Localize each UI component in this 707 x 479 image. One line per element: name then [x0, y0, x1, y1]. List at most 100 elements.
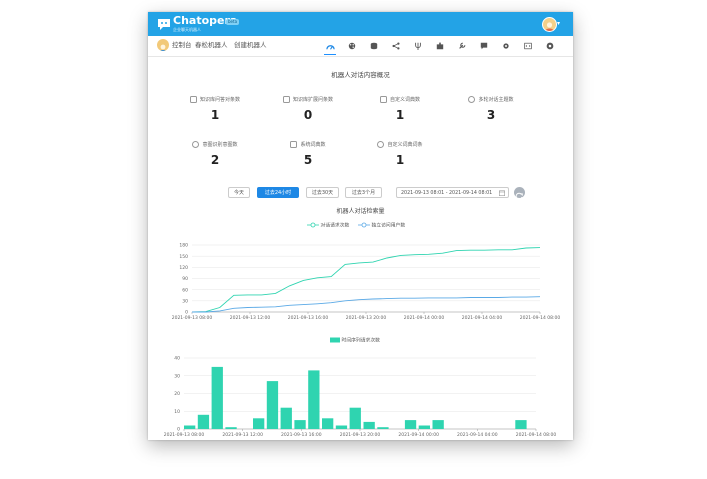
stat-value: 3 [486, 108, 496, 122]
legend-label: 时间序列请求次数 [341, 338, 380, 344]
github-icon[interactable] [544, 40, 556, 52]
nav-bar: 控制台 春松机器人 创建机器人 [148, 36, 573, 57]
stat-label: 知识库问答对条数 [199, 97, 240, 103]
bar [197, 414, 210, 429]
stat-intents: 意图识别意图数 2 [170, 141, 260, 181]
y-tick-label: 10 [174, 409, 180, 415]
daterange-value: 2021-09-13 08:01 - 2021-09-14 08:01 [401, 191, 493, 196]
stat-custom-dicts: 自定义词典数 1 [355, 96, 445, 136]
hourly-bar-chart: 0 10 20 30 40 2021-09-13 08:00 2021-09-13 12:0… [164, 356, 557, 438]
share-icon[interactable] [390, 40, 402, 52]
user-face-icon [544, 22, 555, 31]
x-tick-label: 2021-09-13 20:00 [340, 432, 381, 438]
chatopera-logo-icon[interactable] [156, 16, 172, 32]
stat-conversation-topics: 多轮对话主题数 3 [446, 96, 536, 136]
legend-marker [307, 222, 319, 228]
refresh-button[interactable] [514, 187, 525, 200]
y-tick-label: 90 [182, 276, 188, 282]
range-today-button[interactable]: 今天 [228, 187, 250, 198]
bar [280, 407, 292, 429]
stat-faq-extend: 知识库扩展问条数 0 [263, 96, 353, 136]
x-tick-label: 2021-09-13 08:00 [164, 432, 205, 438]
stat-value: 1 [210, 108, 220, 122]
range-30d-button[interactable]: 过去30天 [306, 187, 339, 198]
palette-icon[interactable] [346, 40, 358, 52]
y-tick-label: 150 [179, 254, 188, 260]
bar [211, 366, 223, 429]
gears-icon [468, 96, 476, 103]
stat-value: 1 [395, 153, 405, 167]
chat-icon[interactable] [478, 40, 490, 52]
legend-hourly[interactable]: 时间序列请求次数 [330, 337, 380, 345]
x-tick-label: 2021-09-14 04:00 [457, 432, 498, 438]
legend-label: 对话请求次数 [320, 223, 350, 229]
calendar-icon [499, 190, 505, 196]
user-circle-icon [377, 141, 385, 148]
brand-subtitle: 企业聊天机器人 [173, 27, 201, 32]
database-icon[interactable] [368, 40, 380, 52]
legend-users[interactable]: 独立访问用户数 [358, 222, 405, 230]
x-tick-label: 2021-09-13 16:00 [281, 432, 322, 438]
legend-requests[interactable]: 对话请求次数 [307, 222, 349, 230]
bar [322, 418, 334, 429]
chevron-down-icon[interactable]: ▾ [557, 20, 560, 28]
stat-label: 多轮对话主题数 [478, 97, 514, 103]
bar [294, 420, 306, 429]
nav-console-link[interactable]: 控制台 [172, 41, 192, 50]
puzzle-icon[interactable] [434, 40, 446, 52]
dashboard-icon[interactable] [324, 40, 336, 55]
refresh-icon [515, 192, 523, 200]
stat-label: 意图识别意图数 [202, 142, 238, 148]
y-tick-label: 60 [182, 287, 188, 293]
x-tick-label: 2021-09-13 12:00 [222, 432, 263, 438]
legend-marker [330, 337, 340, 343]
copy-icon [282, 96, 290, 103]
top-bar: Chatopera 企业聊天机器人 beta ▾ [148, 12, 573, 36]
legend-marker [358, 222, 370, 228]
wrench-icon[interactable] [456, 40, 468, 52]
x-tick-label: 2021-09-13 20:00 [346, 315, 387, 320]
book-icon [290, 141, 298, 148]
bar [404, 420, 417, 429]
stat-label: 系统词典数 [300, 142, 326, 148]
search-line-chart: 0 30 60 90 120 150 180 2021-09-13 08:00 2021-09-… [172, 243, 561, 320]
stat-value: 0 [303, 108, 313, 122]
stat-label: 自定义词典词条 [387, 142, 423, 148]
overview-title: 机器人对话内容概况 [331, 71, 390, 79]
stat-faq-pairs: 知识库问答对条数 1 [170, 96, 260, 136]
x-tick-label: 2021-09-13 12:00 [230, 315, 271, 320]
series-line [191, 247, 541, 313]
nav-create-link[interactable]: 创建机器人 [234, 41, 267, 50]
stat-label: 自定义词典数 [389, 97, 420, 103]
x-tick-label: 2021-09-13 08:00 [172, 315, 213, 320]
y-tick-label: 40 [174, 356, 180, 362]
series-line [192, 296, 541, 313]
search-chart-title: 机器人对话检索量 [336, 208, 385, 215]
stat-value: 1 [395, 108, 405, 122]
bar [377, 427, 389, 429]
stat-label: 知识库扩展问条数 [292, 97, 333, 103]
range-3m-button[interactable]: 过去3个月 [345, 187, 382, 198]
bar [225, 427, 237, 429]
bar [432, 420, 444, 429]
pitchfork-icon[interactable] [412, 40, 424, 52]
y-tick-label: 0 [185, 310, 188, 316]
user-avatar[interactable] [542, 17, 557, 32]
y-tick-label: 30 [182, 298, 188, 304]
daterange-input[interactable]: 2021-09-13 08:01 - 2021-09-14 08:01 [396, 187, 509, 198]
y-tick-label: 120 [179, 265, 188, 271]
stat-custom-dict-words: 自定义词典词条 1 [355, 141, 445, 181]
range-24h-button[interactable]: 过去24小时 [257, 187, 299, 198]
x-tick-label: 2021-09-14 08:00 [520, 315, 561, 320]
question-icon [189, 96, 197, 103]
code-icon[interactable] [522, 40, 534, 52]
bot-avatar[interactable] [157, 39, 169, 51]
bar [266, 381, 279, 429]
bar [184, 425, 196, 429]
bar [335, 425, 348, 429]
stat-system-dicts: 系统词典数 5 [263, 141, 353, 181]
nav-chatbots-link[interactable]: 春松机器人 [195, 41, 228, 50]
target-icon [192, 141, 200, 148]
gear-icon[interactable] [500, 40, 512, 52]
bar [515, 420, 527, 429]
